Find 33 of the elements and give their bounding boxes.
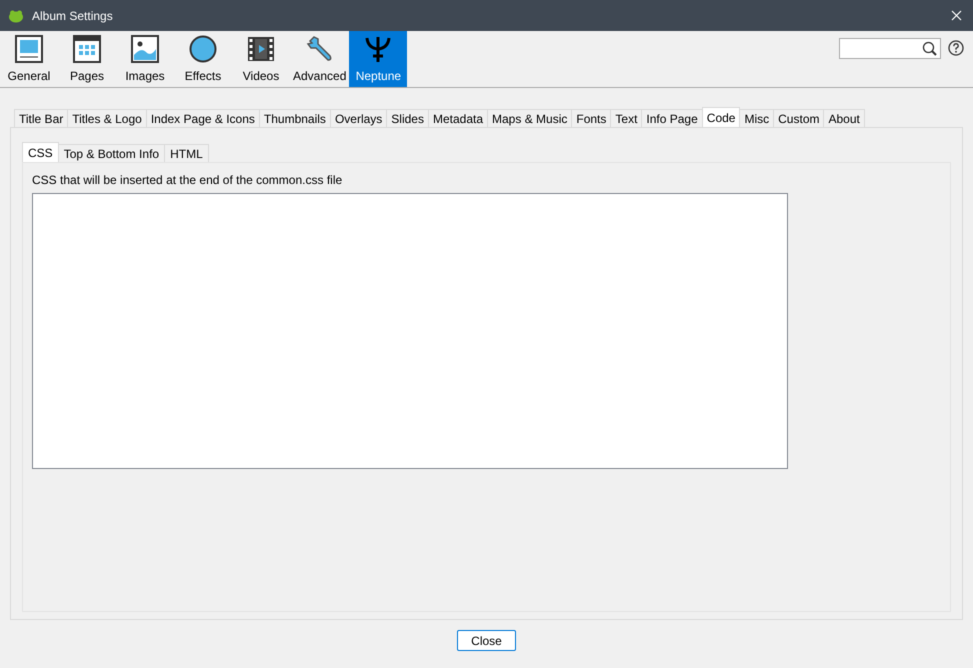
tab[interactable]: HTML [164, 144, 209, 162]
tab[interactable]: Overlays [330, 109, 388, 127]
circle-icon [189, 35, 217, 63]
toolbar-button[interactable]: Advanced [290, 31, 350, 87]
help-icon[interactable] [948, 40, 964, 56]
tab[interactable]: Titles & Logo [67, 109, 147, 127]
trident-icon [364, 35, 392, 63]
toolbar-button[interactable]: Neptune [349, 31, 408, 87]
tab[interactable]: Maps & Music [487, 109, 572, 127]
search-icon [922, 40, 938, 56]
wrench-icon [306, 35, 334, 63]
tab[interactable]: CSS [22, 142, 59, 162]
tab[interactable]: About [823, 109, 865, 127]
toolbar-button[interactable]: Images [116, 31, 174, 87]
tab[interactable]: Title Bar [14, 109, 68, 127]
field-label: CSS that will be inserted at the end of the common.css file [32, 172, 344, 187]
tab[interactable]: Top & Bottom Info [58, 144, 166, 162]
toolbar-button[interactable]: Videos [232, 31, 290, 87]
tab[interactable]: Index Page & Icons [146, 109, 260, 127]
tab[interactable]: Info Page [641, 109, 703, 127]
frog-icon [8, 8, 24, 22]
image-icon [131, 35, 159, 63]
toolbar-button[interactable]: Pages [58, 31, 116, 87]
search-field[interactable] [839, 38, 941, 59]
calendar-icon [73, 35, 101, 63]
tab[interactable]: Code [702, 107, 740, 127]
toolbar-button[interactable]: Effects [174, 31, 232, 87]
close-icon[interactable] [951, 10, 962, 21]
monitor-icon [15, 35, 43, 63]
window-title: Album Settings [32, 8, 113, 24]
close-button[interactable]: Close [457, 630, 516, 651]
film-icon [247, 35, 275, 63]
toolbar-button[interactable]: General [0, 31, 58, 87]
